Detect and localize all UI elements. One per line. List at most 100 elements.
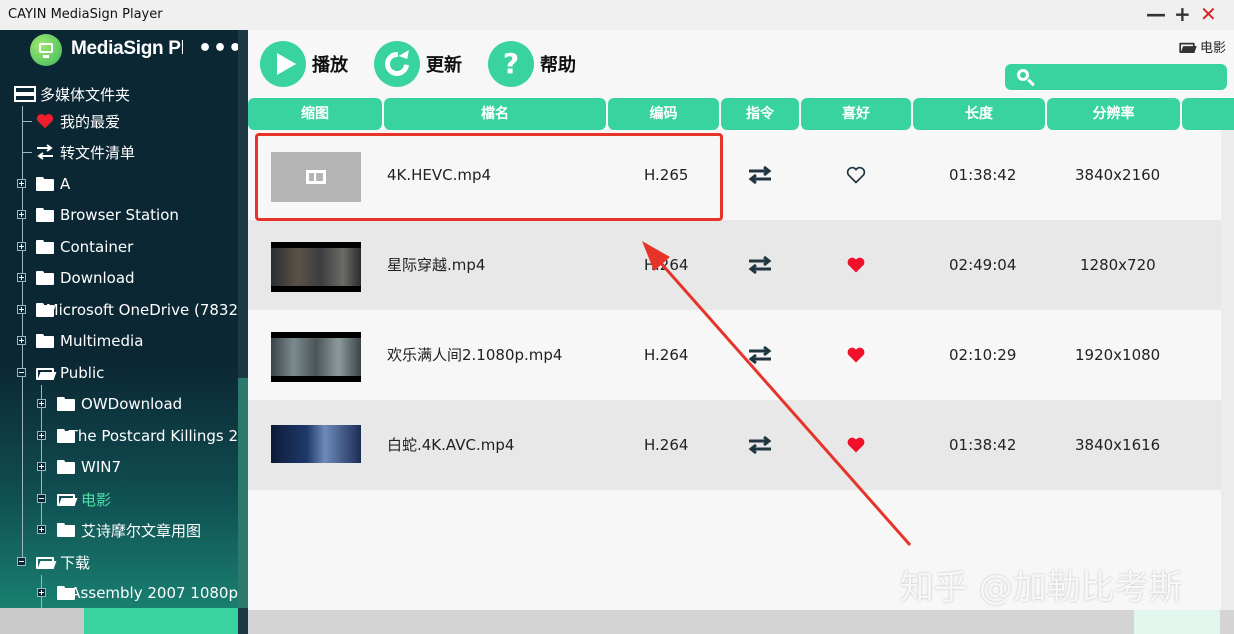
tree-item-owdownload[interactable]: OWDownload	[57, 393, 182, 415]
folder-icon	[36, 177, 54, 191]
tree-item-xiazai[interactable]: 下载	[36, 551, 90, 573]
close-button[interactable]: ✕	[1200, 4, 1217, 24]
expand-toggle-icon[interactable]	[17, 305, 26, 314]
tree-item-label: Microsoft OneDrive (7832	[45, 301, 238, 319]
swap-icon	[37, 144, 53, 160]
folder-icon	[57, 429, 75, 443]
tree-item-article-images[interactable]: 艾诗摩尔文章用图	[57, 519, 201, 541]
app-logo-icon	[30, 34, 62, 66]
collapse-toggle-icon[interactable]	[37, 494, 46, 503]
duration: 01:38:42	[949, 436, 1017, 454]
expand-toggle-icon[interactable]	[17, 273, 26, 282]
favorite-empty-heart-icon[interactable]	[846, 165, 866, 185]
more-menu-icon[interactable]: •••	[198, 36, 243, 61]
refresh-label: 更新	[426, 55, 462, 76]
expand-toggle-icon[interactable]	[37, 462, 46, 471]
sidebar: MediaSign Player ••• 多媒体文件夹 我的最爱 转文件清单 A…	[0, 30, 248, 634]
folder-icon	[36, 240, 54, 254]
expand-toggle-icon[interactable]	[37, 525, 46, 534]
tree-item-movies[interactable]: 电影	[57, 488, 111, 510]
folder-icon	[57, 586, 75, 600]
help-button[interactable]: ? 帮助	[488, 40, 576, 88]
collapse-toggle-icon[interactable]	[17, 368, 26, 377]
tree-item-postcard-killings[interactable]: The Postcard Killings 2	[57, 425, 238, 447]
sidebar-horizontal-scrollbar[interactable]	[0, 608, 238, 634]
folder-icon	[36, 208, 54, 222]
heart-icon	[36, 114, 54, 129]
resolution: 1280x720	[1080, 256, 1156, 274]
tree-item-onedrive[interactable]: Microsoft OneDrive (7832	[36, 299, 238, 321]
column-header-resolution[interactable]: 分辨率	[1047, 98, 1180, 130]
window-title: CAYIN MediaSign Player	[8, 7, 163, 22]
tree-line	[22, 152, 32, 153]
refresh-icon	[374, 41, 420, 87]
column-header-thumbnail[interactable]: 缩图	[248, 98, 382, 130]
tree-item-public[interactable]: Public	[36, 362, 104, 384]
highlight-annotation-box	[255, 133, 723, 221]
folder-icon	[36, 271, 54, 285]
breadcrumb-current: 电影	[1199, 41, 1226, 56]
expand-toggle-icon[interactable]	[17, 210, 26, 219]
folder-icon	[57, 397, 75, 411]
tree-item-win7[interactable]: WIN7	[57, 456, 121, 478]
column-header-filename[interactable]: 檔名	[384, 98, 606, 130]
search-input[interactable]	[1043, 67, 1223, 89]
maximize-button[interactable]: +	[1174, 4, 1191, 24]
duration: 02:10:29	[949, 346, 1017, 364]
refresh-button[interactable]: 更新	[374, 40, 462, 88]
collapse-toggle-icon[interactable]	[17, 557, 26, 566]
tree-item-download[interactable]: Download	[36, 267, 135, 289]
duration: 02:49:04	[949, 256, 1017, 274]
tree-item-container[interactable]: Container	[36, 236, 133, 258]
sidebar-vertical-scrollbar[interactable]	[238, 30, 248, 634]
tree-item-label: 艾诗摩尔文章用图	[81, 521, 202, 540]
file-name: 星际穿越.mp4	[387, 256, 486, 274]
play-label: 播放	[312, 55, 348, 76]
expand-toggle-icon[interactable]	[17, 179, 26, 188]
tree-item-label: Download	[60, 269, 135, 287]
tree-item-assembly[interactable]: Assembly 2007 1080p	[57, 582, 238, 604]
column-header-length[interactable]: 长度	[913, 98, 1045, 130]
column-header-command[interactable]: 指令	[721, 98, 799, 130]
help-icon: ?	[488, 41, 534, 87]
video-thumbnail	[271, 242, 361, 292]
table-vertical-scrollbar[interactable]	[1221, 130, 1234, 610]
file-name: 欢乐满人间2.1080p.mp4	[387, 346, 563, 364]
tree-line	[22, 121, 32, 122]
tree-item-favorites[interactable]: 我的最爱	[36, 110, 120, 132]
tree-item-browser-station[interactable]: Browser Station	[36, 204, 179, 226]
tree-item-label: Browser Station	[60, 206, 179, 224]
expand-toggle-icon[interactable]	[37, 588, 46, 597]
column-header-extra	[1182, 98, 1234, 130]
file-name: 白蛇.4K.AVC.mp4	[387, 436, 515, 454]
expand-toggle-icon[interactable]	[37, 431, 46, 440]
expand-toggle-icon[interactable]	[17, 336, 26, 345]
tree-item-playlist[interactable]: 转文件清单	[36, 141, 135, 163]
expand-toggle-icon[interactable]	[17, 242, 26, 251]
expand-toggle-icon[interactable]	[37, 399, 46, 408]
folder-icon	[36, 303, 54, 317]
minimize-button[interactable]: —	[1146, 4, 1166, 24]
folder-icon	[57, 523, 75, 537]
play-button[interactable]: 播放	[260, 40, 348, 88]
convert-command-icon[interactable]	[748, 165, 772, 185]
duration: 01:38:42	[949, 166, 1017, 184]
tree-item-label: Public	[60, 364, 105, 382]
tree-item-label: A	[60, 175, 71, 193]
folder-icon	[57, 460, 75, 474]
tree-item-multimedia[interactable]: Multimedia	[36, 330, 143, 352]
tree-item-label: 下载	[60, 553, 91, 572]
folder-open-icon	[57, 492, 78, 506]
tree-item-a[interactable]: A	[36, 173, 70, 195]
tree-item-label: 电影	[81, 490, 112, 509]
table-horizontal-scrollbar[interactable]	[248, 610, 1234, 634]
column-header-codec[interactable]: 编码	[608, 98, 719, 130]
tree-item-media-folder[interactable]: 多媒体文件夹	[14, 83, 130, 105]
tree-item-label: Multimedia	[60, 332, 144, 350]
search-box[interactable]	[1005, 64, 1227, 90]
folder-open-icon	[36, 555, 57, 569]
tree-item-label: WIN7	[81, 458, 122, 476]
drive-icon	[14, 86, 36, 102]
column-header-favorite[interactable]: 喜好	[801, 98, 911, 130]
brand-name: MediaSign Player	[71, 38, 183, 59]
